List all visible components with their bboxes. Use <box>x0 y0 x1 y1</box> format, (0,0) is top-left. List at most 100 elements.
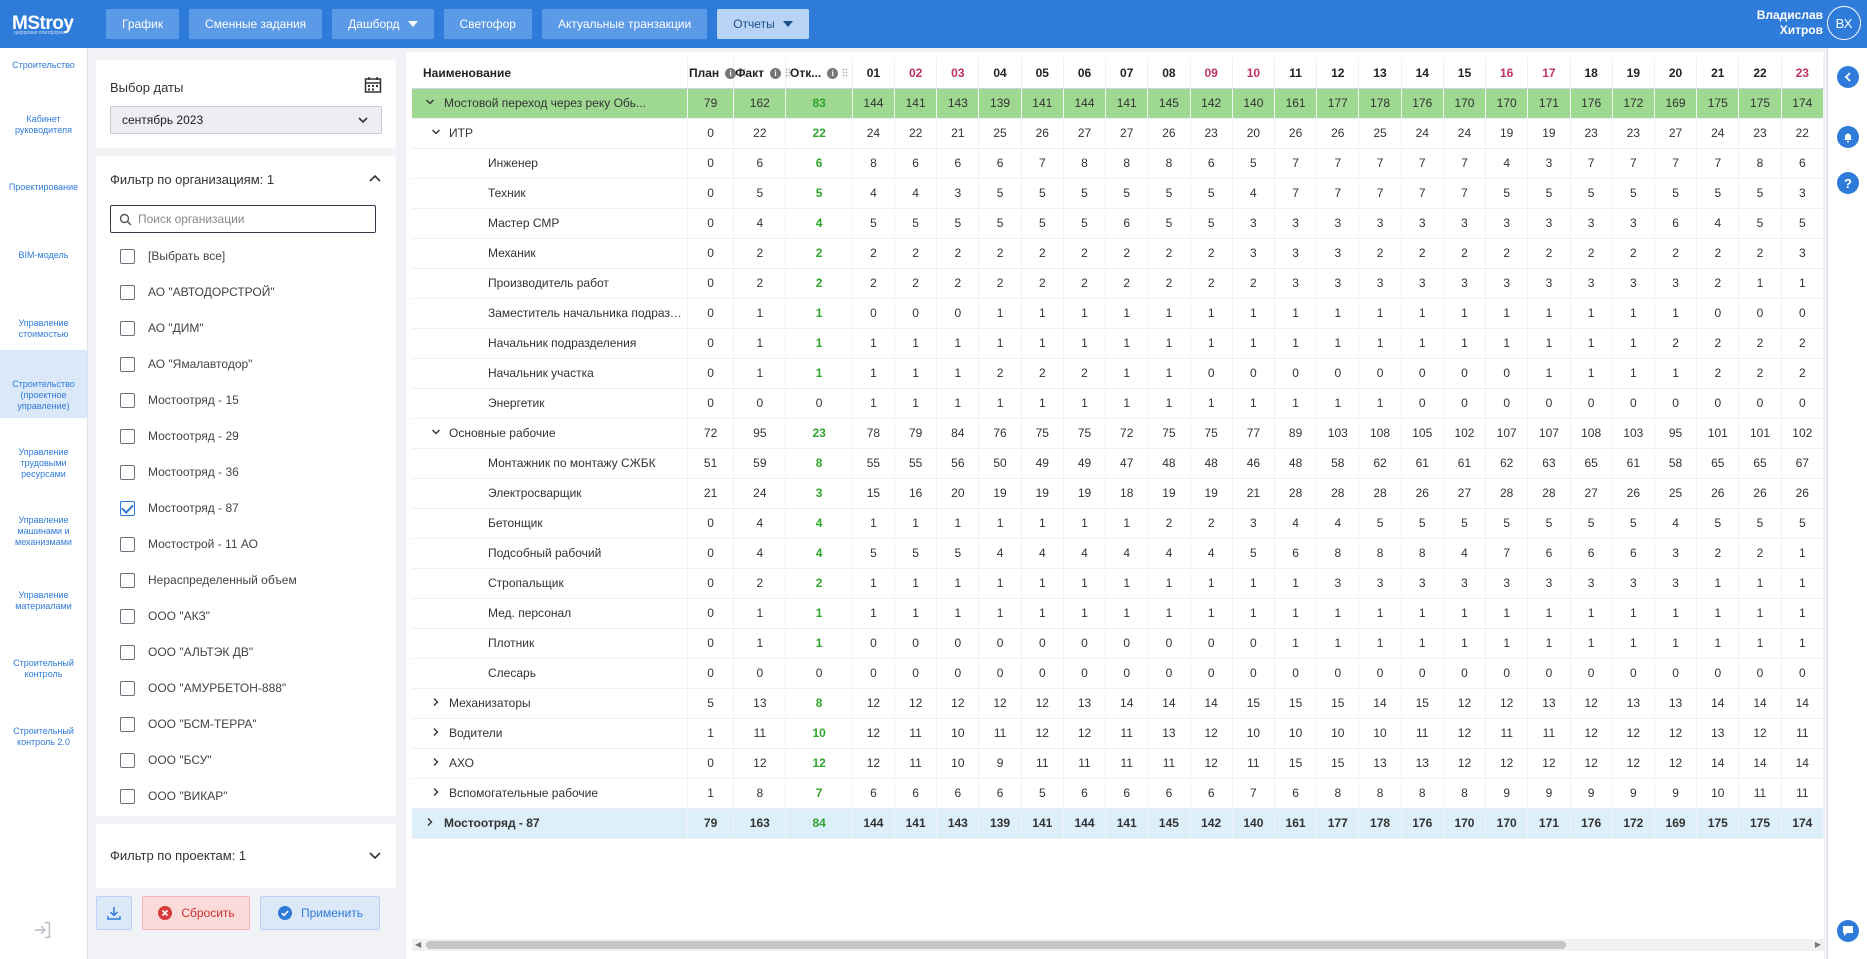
sidebar-item-2[interactable]: BIM-модель <box>0 214 87 282</box>
table-row[interactable]: Энергетик 0 0 0 1 1 1 1 1 1 1 1 1 1 1 1 1 0 0 0 0 0 0 0 0 0 0 <box>412 388 1824 419</box>
chevron-down-icon[interactable] <box>428 427 444 440</box>
column-header-day[interactable]: 09 <box>1190 58 1233 89</box>
table-row[interactable]: Мостоотряд - 87 79 163 84 144 141 143 139 141 144… <box>412 808 1824 839</box>
chevron-down-icon[interactable] <box>368 848 382 862</box>
table-row[interactable]: ИТР 0 22 22 24 22 21 25 26 27 27 26 23 20 26 26 25 24 24 19… <box>412 118 1824 149</box>
table-row[interactable]: Начальник подразделения 0 1 1 1 1 1 1 1 1 1 1 1 1 1 1 1 1… <box>412 328 1824 359</box>
column-header-day[interactable]: 21 <box>1696 58 1740 89</box>
scroll-left-icon[interactable]: ◀ <box>415 940 421 949</box>
checkbox[interactable] <box>120 428 135 444</box>
column-header-day[interactable]: 06 <box>1063 58 1107 89</box>
table-row[interactable]: Производитель работ 0 2 2 2 2 2 2 2 2 2 2 2 2 3 3 3 3 3 3 3 3… <box>412 268 1824 299</box>
checkbox[interactable] <box>120 392 135 408</box>
org-option[interactable]: ООО "БСМ-ТЕРРА" <box>96 706 386 742</box>
sidebar-item-4[interactable]: Строительство (проектное управление) <box>0 350 87 418</box>
table-row[interactable]: Монтажник по монтажу СЖБК 51 59 8 55 55 56 50 49… <box>412 448 1824 479</box>
checkbox[interactable] <box>120 284 135 300</box>
column-header-day[interactable]: 07 <box>1105 58 1149 89</box>
nav-button-1[interactable]: Сменные задания <box>189 9 323 39</box>
chevron-right-icon[interactable] <box>428 757 444 770</box>
table-row[interactable]: Начальник участка 0 1 1 1 1 1 2 2 2 1 1 0 0 0 0 0 0 0 0 1 1 1 1… <box>412 358 1824 389</box>
info-icon[interactable]: i <box>827 67 839 79</box>
table-row[interactable]: Инженер 0 6 6 8 6 6 6 7 8 8 8 6 5 7 7 7 7 7 4 3 7 7 7 7 8 6 <box>412 148 1824 179</box>
org-option[interactable]: Мостоотряд - 29 <box>96 418 386 454</box>
project-filter-card[interactable]: Фильтр по проектам: 1 <box>96 824 396 888</box>
checkbox[interactable] <box>120 320 135 336</box>
nav-button-3[interactable]: Светофор <box>443 9 532 39</box>
org-option[interactable]: ООО "ВИКАР" <box>96 778 386 814</box>
column-header-day[interactable]: 23 <box>1781 58 1824 89</box>
drag-handle-icon[interactable] <box>842 67 849 78</box>
column-header-day[interactable]: 05 <box>1021 58 1064 89</box>
column-header-day[interactable]: 03 <box>936 58 980 89</box>
chevron-down-icon[interactable] <box>428 127 444 140</box>
sidebar-item-9[interactable]: Строительный контроль 2.0 <box>0 690 87 758</box>
table-row[interactable]: Заместитель начальника подразд... 0 1 1 0 0 0 1… <box>412 298 1824 329</box>
org-option[interactable]: АО "Ямалавтодор" <box>96 346 386 382</box>
sidebar-item-7[interactable]: Управление материалами <box>0 554 87 622</box>
checkbox[interactable] <box>120 680 135 696</box>
horizontal-scrollbar[interactable]: ◀ ▶ <box>412 939 1824 951</box>
column-header-day[interactable]: 22 <box>1738 58 1782 89</box>
column-header-day[interactable]: 19 <box>1612 58 1655 89</box>
column-header-day[interactable]: 15 <box>1443 58 1487 89</box>
chat-button[interactable] <box>1837 920 1859 942</box>
org-option[interactable]: АО "АВТОДОРСТРОЙ" <box>96 274 386 310</box>
checkbox[interactable] <box>120 788 135 804</box>
table-row[interactable]: Мастер СМР 0 4 4 5 5 5 5 5 5 6 5 5 3 3 3 3 3 3 3 3 3 3 6 4 5 5 <box>412 208 1824 239</box>
column-header-deviation[interactable]: Отк... i <box>785 58 853 89</box>
logout-icon[interactable] <box>32 919 54 941</box>
chevron-down-icon[interactable] <box>422 97 438 110</box>
org-option[interactable]: АО "ДИМ" <box>96 310 386 346</box>
sidebar-item-0[interactable]: Кабинет руководителя <box>0 78 87 146</box>
sidebar-section-label[interactable]: Строительство <box>0 48 87 78</box>
column-header-day[interactable]: 18 <box>1570 58 1613 89</box>
help-button[interactable]: ? <box>1837 172 1859 194</box>
org-option[interactable]: Мостоотряд - 15 <box>96 382 386 418</box>
column-header-day[interactable]: 08 <box>1147 58 1191 89</box>
user-name[interactable]: Владислав Хитров <box>1757 8 1823 38</box>
scrollbar-thumb[interactable] <box>426 941 1566 949</box>
checkbox[interactable] <box>120 608 135 624</box>
column-header-day[interactable]: 16 <box>1485 58 1529 89</box>
table-row[interactable]: Слесарь 0 0 0 0 0 0 0 0 0 0 0 0 0 0 0 0 0 0 0 0 0 0 0 0 0 0 <box>412 658 1824 689</box>
column-header-day[interactable]: 01 <box>852 58 896 89</box>
table-row[interactable]: Основные рабочие 72 95 23 78 79 84 76 75 75 72 75 75… <box>412 418 1824 449</box>
checkbox[interactable] <box>120 716 135 732</box>
table-row[interactable]: Техник 0 5 5 4 4 3 5 5 5 5 5 5 4 7 7 7 7 7 5 5 5 5 5 5 5 3 <box>412 178 1824 209</box>
org-search-input[interactable]: Поиск организации <box>110 205 376 233</box>
checkbox[interactable] <box>120 464 135 480</box>
table-row[interactable]: Мед. персонал 0 1 1 1 1 1 1 1 1 1 1 1 1 1 1 1 1 1 1 1 1 1 1 1 1 1 <box>412 598 1824 629</box>
nav-button-0[interactable]: График <box>106 9 179 39</box>
calendar-icon[interactable] <box>364 76 382 94</box>
checkbox[interactable] <box>120 572 135 588</box>
app-logo[interactable]: MStroy цифровая платформа <box>0 0 88 48</box>
org-option[interactable]: [Выбрать все] <box>96 238 386 274</box>
chevron-right-icon[interactable] <box>422 817 438 830</box>
column-header-day[interactable]: 12 <box>1316 58 1360 89</box>
table-row[interactable]: Бетонщик 0 4 4 1 1 1 1 1 1 1 2 2 3 4 4 5 5 5 5 5 5 5 4 5 5 5 <box>412 508 1824 539</box>
nav-button-4[interactable]: Актуальные транзакции <box>541 9 708 39</box>
column-header-day[interactable]: 11 <box>1274 58 1318 89</box>
table-row[interactable]: Водители 1 11 10 12 11 10 11 12 12 11 13 12 10 10 10 10 1… <box>412 718 1824 749</box>
sidebar-item-6[interactable]: Управление машинами и механизмами <box>0 486 87 554</box>
table-row[interactable]: Механик 0 2 2 2 2 2 2 2 2 2 2 2 3 3 3 2 2 2 2 2 2 2 2 2 2 3 <box>412 238 1824 269</box>
checkbox[interactable] <box>120 356 135 372</box>
org-option[interactable]: ООО "БСУ" <box>96 742 386 778</box>
sidebar-item-5[interactable]: Управление трудовыми ресурсами <box>0 418 87 486</box>
chevron-right-icon[interactable] <box>428 697 444 710</box>
sidebar-item-8[interactable]: Строительный контроль <box>0 622 87 690</box>
table-row[interactable]: Мостовой переход через реку Обь... 79 162 8… <box>412 88 1824 119</box>
download-button[interactable] <box>96 896 132 930</box>
org-option[interactable]: Мостоотряд - 36 <box>96 454 386 490</box>
month-select[interactable]: сентябрь 2023 <box>110 106 382 134</box>
column-header-fact[interactable]: Факт i <box>733 58 791 89</box>
table-row[interactable]: Подсобный рабочий 0 4 4 5 5 5 4 4 4 4 4 4 5 6 8 8 8 4 7 6 6 6 3… <box>412 538 1824 569</box>
checkbox[interactable] <box>120 752 135 768</box>
notifications-button[interactable] <box>1837 126 1859 148</box>
column-header-day[interactable]: 10 <box>1232 58 1275 89</box>
org-option[interactable]: ООО "АКЗ" <box>96 598 386 634</box>
avatar[interactable]: ВХ <box>1827 6 1861 40</box>
chevron-right-icon[interactable] <box>428 787 444 800</box>
checkbox[interactable] <box>120 248 135 264</box>
